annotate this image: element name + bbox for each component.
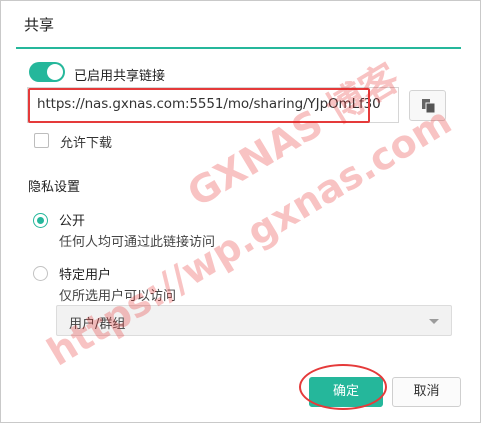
- user-group-select[interactable]: 用户/群组: [56, 305, 452, 336]
- share-link-toggle-label: 已启用共享链接: [74, 69, 166, 84]
- radio-public-label: 公开: [59, 214, 86, 229]
- radio-specific-users-desc: 仅所选用户可以访问: [59, 289, 177, 304]
- ok-highlight-annotation: [299, 364, 387, 410]
- cancel-button[interactable]: 取消: [392, 377, 461, 407]
- radio-specific-users-label: 特定用户: [59, 268, 112, 283]
- title-divider: [16, 47, 461, 49]
- privacy-section-title: 隐私设置: [28, 180, 81, 195]
- link-highlight-annotation: [28, 88, 370, 123]
- copy-icon: [422, 99, 436, 114]
- radio-specific-users[interactable]: [33, 266, 48, 281]
- toggle-knob: [47, 64, 63, 80]
- share-dialog: 共享 已启用共享链接 https://nas.gxnas.com:5551/mo…: [0, 0, 481, 423]
- chevron-down-icon: [429, 319, 439, 324]
- radio-public[interactable]: [33, 213, 48, 228]
- user-group-select-value: 用户/群组: [69, 317, 126, 332]
- dialog-title: 共享: [24, 16, 55, 34]
- copy-link-button[interactable]: [409, 90, 446, 121]
- allow-download-checkbox[interactable]: [34, 133, 49, 148]
- allow-download-label: 允许下载: [60, 136, 113, 151]
- share-link-toggle[interactable]: [29, 62, 65, 82]
- radio-public-desc: 任何人均可通过此链接访问: [59, 235, 216, 250]
